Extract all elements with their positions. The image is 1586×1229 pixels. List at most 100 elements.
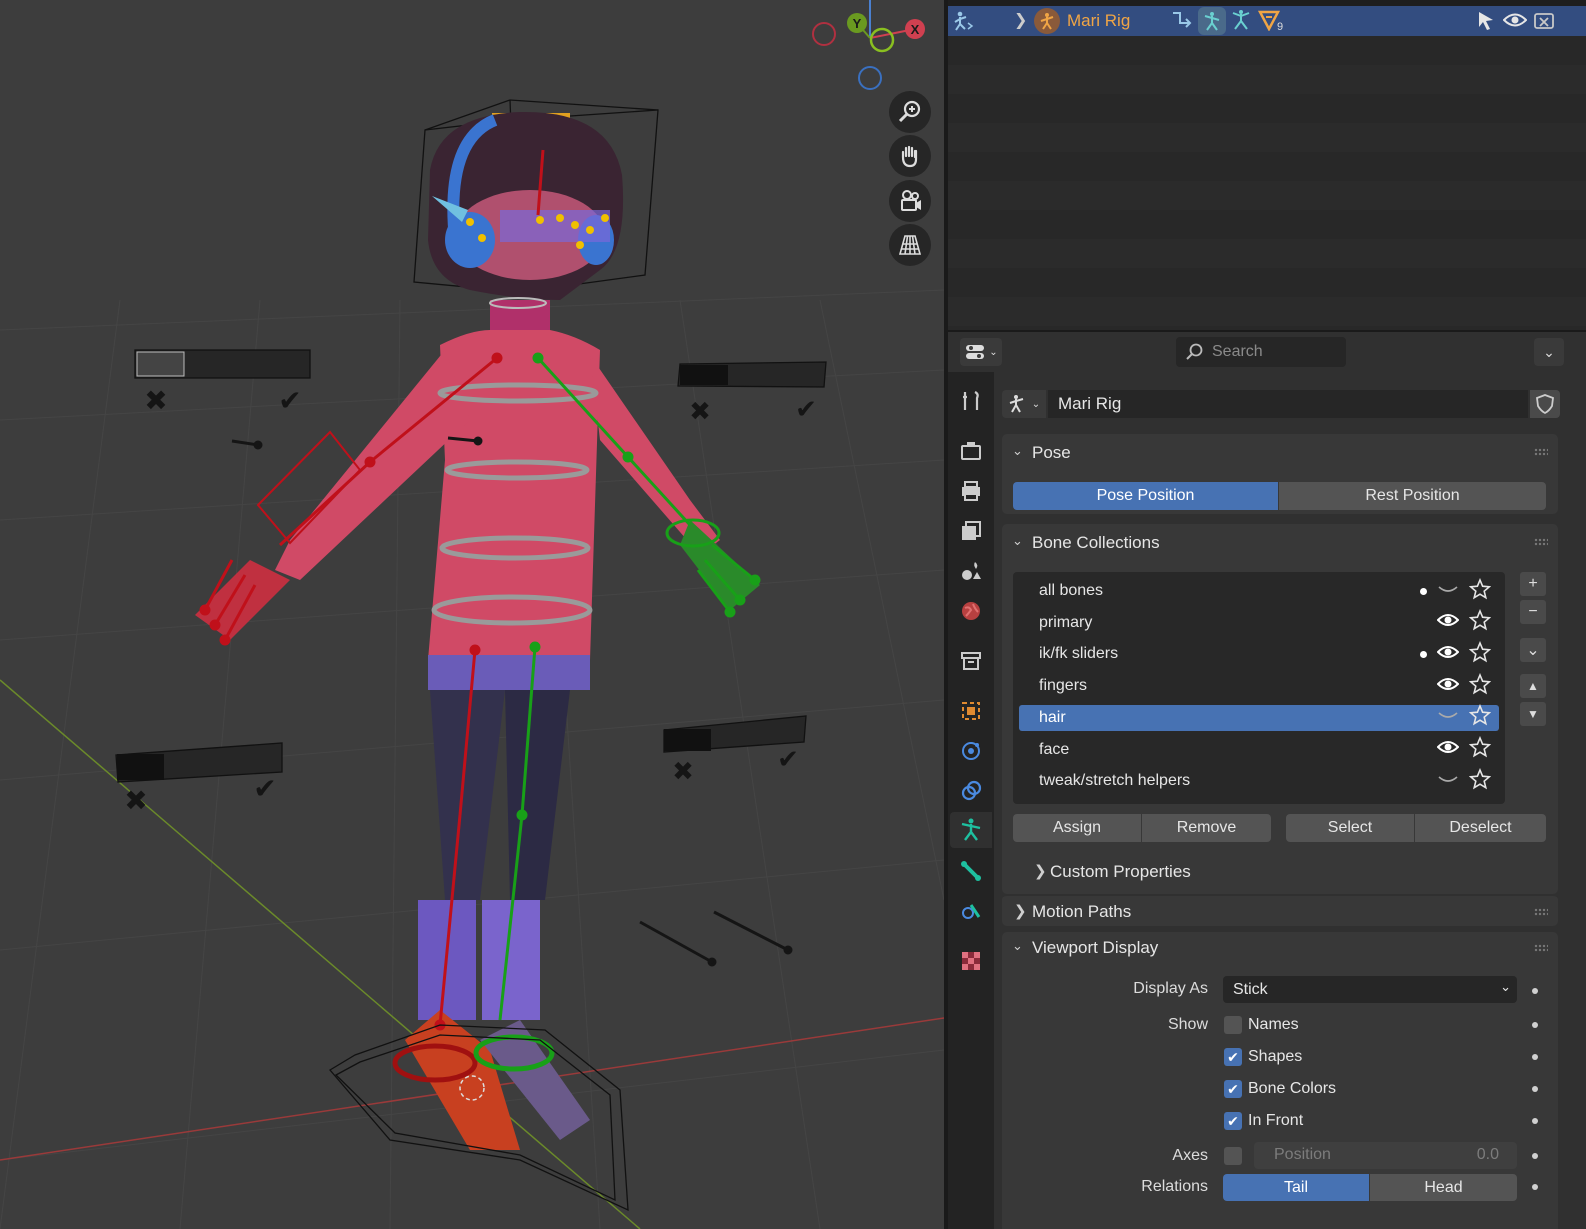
3d-viewport[interactable]: ✖ ✔ ✖ ✔ ✖ ✔ ✖ ✔ Y X bbox=[0, 0, 944, 1229]
bone-collection-label[interactable]: fingers bbox=[1039, 677, 1087, 695]
remove-button[interactable]: Remove bbox=[1142, 814, 1271, 842]
collapse-chevron-icon[interactable]: ⌄ bbox=[1012, 938, 1023, 954]
object-tab[interactable] bbox=[958, 698, 984, 724]
data-name-field[interactable]: Mari Rig bbox=[1048, 390, 1528, 418]
panel-grip-icon[interactable] bbox=[1534, 908, 1548, 916]
viewport-display-title[interactable]: Viewport Display bbox=[1032, 938, 1158, 958]
view-layer-tab[interactable] bbox=[958, 518, 984, 544]
move-down-button[interactable]: ▼ bbox=[1520, 702, 1546, 726]
bone-collection-row[interactable]: tweak/stretch helpers bbox=[1019, 767, 1499, 795]
bone-colors-label[interactable]: Bone Colors bbox=[1248, 1080, 1336, 1098]
expand-chevron-icon[interactable]: ❯ bbox=[1014, 902, 1027, 920]
axes-checkbox[interactable] bbox=[1224, 1147, 1242, 1165]
display-as-dropdown[interactable]: Stick ⌄ bbox=[1223, 976, 1517, 1003]
animate-property-dot[interactable] bbox=[1532, 1184, 1538, 1190]
names-checkbox[interactable] bbox=[1224, 1016, 1242, 1034]
bone-collection-label[interactable]: primary bbox=[1039, 614, 1092, 632]
solo-star-icon[interactable] bbox=[1468, 672, 1492, 700]
animate-property-dot[interactable] bbox=[1532, 988, 1538, 994]
select-arrow-icon[interactable] bbox=[1476, 10, 1496, 37]
custom-properties-title[interactable]: Custom Properties bbox=[1050, 862, 1191, 882]
bone-collection-label[interactable]: face bbox=[1039, 741, 1069, 759]
solo-star-icon[interactable] bbox=[1468, 640, 1492, 668]
pose-mode-icon[interactable] bbox=[1198, 7, 1226, 35]
bone-collection-label[interactable]: hair bbox=[1039, 709, 1066, 727]
relations-head-button[interactable]: Head bbox=[1370, 1174, 1517, 1201]
output-tab[interactable] bbox=[958, 478, 984, 504]
assign-button[interactable]: Assign bbox=[1013, 814, 1141, 842]
search-field[interactable]: Search bbox=[1176, 337, 1346, 367]
deselect-button[interactable]: Deselect bbox=[1415, 814, 1546, 842]
perspective-toggle-button[interactable] bbox=[889, 224, 931, 266]
bone-collection-row[interactable]: hair bbox=[1019, 704, 1499, 731]
motion-paths-title[interactable]: Motion Paths bbox=[1032, 902, 1131, 922]
animate-property-dot[interactable] bbox=[1532, 1054, 1538, 1060]
solo-star-icon[interactable] bbox=[1468, 735, 1492, 763]
bone-collection-row[interactable]: all bones bbox=[1019, 577, 1499, 605]
tool-tab[interactable] bbox=[958, 388, 984, 414]
outliner-object-name[interactable]: Mari Rig bbox=[1067, 11, 1130, 31]
editor-type-button[interactable]: ⌄ bbox=[960, 338, 1002, 366]
bone-collections-title[interactable]: Bone Collections bbox=[1032, 533, 1160, 553]
panel-grip-icon[interactable] bbox=[1534, 448, 1548, 456]
select-button[interactable]: Select bbox=[1286, 814, 1414, 842]
bone-tab[interactable] bbox=[958, 858, 984, 884]
in-front-label[interactable]: In Front bbox=[1248, 1112, 1303, 1130]
panel-grip-icon[interactable] bbox=[1534, 538, 1548, 546]
collection-specials-button[interactable]: ⌄ bbox=[1520, 638, 1546, 662]
fake-user-button[interactable] bbox=[1530, 390, 1560, 418]
animate-property-dot[interactable] bbox=[1532, 1022, 1538, 1028]
world-tab[interactable] bbox=[958, 598, 984, 624]
in-front-checkbox[interactable]: ✔ bbox=[1224, 1112, 1242, 1130]
pose-panel-title[interactable]: Pose bbox=[1032, 443, 1071, 463]
bone-collection-label[interactable]: tweak/stretch helpers bbox=[1039, 772, 1190, 790]
bone-collection-row[interactable]: primary bbox=[1019, 609, 1499, 636]
bone-collection-label[interactable]: all bones bbox=[1039, 582, 1103, 600]
pan-button[interactable] bbox=[889, 135, 931, 177]
relations-tail-button[interactable]: Tail bbox=[1223, 1174, 1369, 1201]
constraints-tab[interactable] bbox=[958, 778, 984, 804]
options-dropdown-button[interactable]: ⌄ bbox=[1534, 338, 1564, 366]
bone-colors-checkbox[interactable]: ✔ bbox=[1224, 1080, 1242, 1098]
eye-open-icon[interactable] bbox=[1436, 612, 1460, 633]
render-visibility-icon[interactable] bbox=[1533, 10, 1555, 37]
eye-closed-icon[interactable] bbox=[1437, 707, 1459, 728]
animate-property-dot[interactable] bbox=[1532, 1153, 1538, 1159]
shapes-checkbox[interactable]: ✔ bbox=[1224, 1048, 1242, 1066]
axes-position-field[interactable]: Position 0.0 bbox=[1254, 1142, 1517, 1169]
solo-star-icon[interactable] bbox=[1468, 609, 1492, 636]
expand-chevron-icon[interactable]: ❯ bbox=[1014, 10, 1027, 30]
remove-collection-button[interactable]: − bbox=[1520, 600, 1546, 624]
armature-data-tab[interactable] bbox=[950, 812, 992, 848]
physics-tab[interactable] bbox=[958, 738, 984, 764]
animate-property-dot[interactable] bbox=[1532, 1118, 1538, 1124]
texture-tab[interactable] bbox=[958, 948, 984, 974]
names-label[interactable]: Names bbox=[1248, 1016, 1299, 1034]
shapes-label[interactable]: Shapes bbox=[1248, 1048, 1302, 1066]
bone-collection-row[interactable]: face bbox=[1019, 735, 1499, 763]
bone-collection-row[interactable]: fingers bbox=[1019, 672, 1499, 700]
bone-collection-row[interactable]: ik/fk sliders bbox=[1019, 640, 1499, 668]
outliner[interactable]: ❯ Mari Rig 9 bbox=[948, 0, 1586, 330]
bone-constraints-tab[interactable] bbox=[958, 898, 984, 924]
eye-closed-icon[interactable] bbox=[1437, 581, 1459, 602]
expand-chevron-icon[interactable]: ❯ bbox=[1034, 862, 1047, 880]
solo-star-icon[interactable] bbox=[1468, 704, 1492, 731]
eye-open-icon[interactable] bbox=[1436, 644, 1460, 665]
collection-tab[interactable] bbox=[958, 648, 984, 674]
eye-open-icon[interactable] bbox=[1436, 676, 1460, 697]
zoom-button[interactable] bbox=[889, 91, 931, 133]
add-collection-button[interactable]: + bbox=[1520, 572, 1546, 596]
collapse-chevron-icon[interactable]: ⌄ bbox=[1012, 533, 1023, 549]
rest-position-button[interactable]: Rest Position bbox=[1279, 482, 1546, 510]
eye-closed-icon[interactable] bbox=[1437, 771, 1459, 792]
camera-view-button[interactable] bbox=[889, 180, 931, 222]
solo-star-icon[interactable] bbox=[1468, 767, 1492, 795]
render-tab[interactable] bbox=[958, 438, 984, 464]
visibility-eye-icon[interactable] bbox=[1502, 11, 1528, 34]
bone-collection-list[interactable]: all bones primary ik/fk sliders fingers hair… bbox=[1013, 572, 1505, 804]
pose-position-button[interactable]: Pose Position bbox=[1013, 482, 1278, 510]
solo-star-icon[interactable] bbox=[1468, 577, 1492, 605]
collapse-chevron-icon[interactable]: ⌄ bbox=[1012, 443, 1023, 459]
data-browse-button[interactable]: ⌄ bbox=[1002, 390, 1046, 418]
